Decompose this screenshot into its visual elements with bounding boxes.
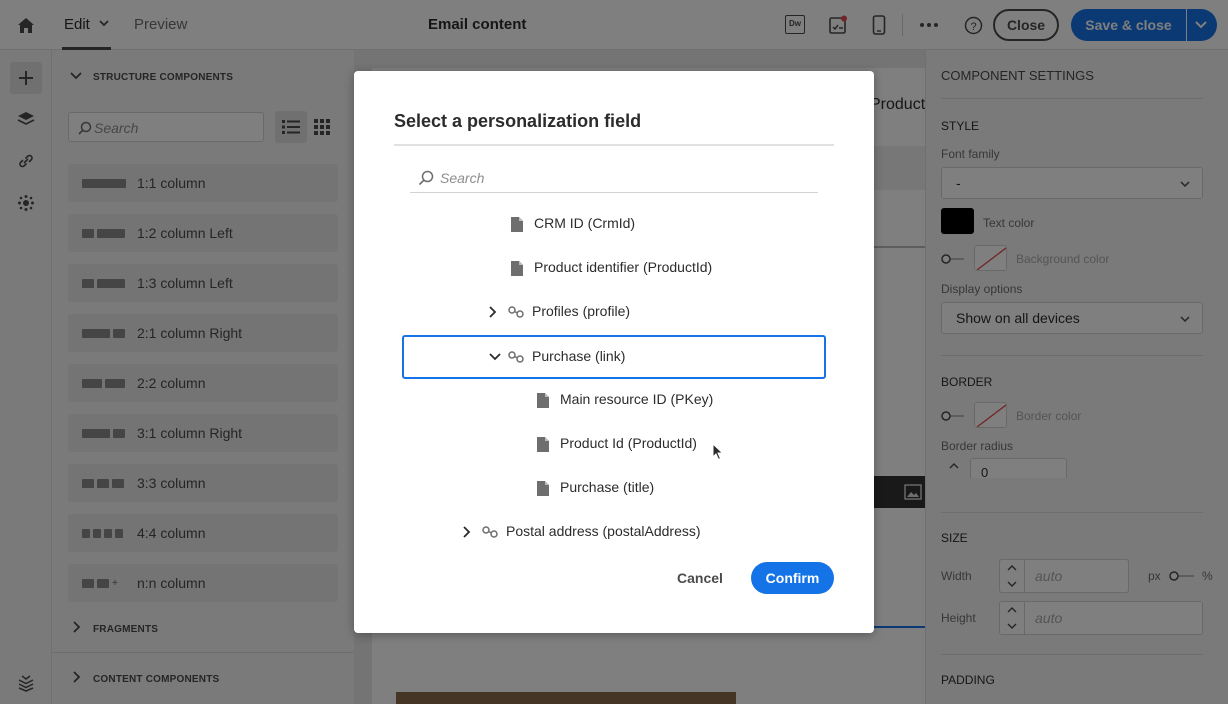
- tree-row-label: Main resource ID (PKey): [560, 391, 714, 407]
- tree-row-label: CRM ID (CrmId): [534, 215, 636, 231]
- field-search-input[interactable]: Search: [410, 163, 818, 193]
- file-icon: [511, 217, 523, 232]
- mouse-cursor-icon: [712, 443, 724, 461]
- file-icon: [537, 481, 549, 496]
- confirm-button[interactable]: Confirm: [751, 562, 834, 594]
- tree-row-field[interactable]: Product Id (ProductId): [402, 421, 826, 465]
- file-icon: [511, 261, 523, 276]
- tree-row-link[interactable]: Postal address (postalAddress): [402, 509, 826, 553]
- chevron-right-icon[interactable]: [462, 525, 472, 539]
- tree-row-field[interactable]: Purchase (title): [402, 465, 826, 509]
- tree-row-field[interactable]: CRM ID (CrmId): [402, 201, 826, 245]
- confirm-button-label: Confirm: [765, 570, 820, 586]
- chevron-down-icon[interactable]: [488, 352, 502, 362]
- link-node-icon: [482, 526, 498, 538]
- tree-row-label: Product Id (ProductId): [560, 435, 697, 451]
- tree-row-label: Postal address (postalAddress): [506, 523, 701, 539]
- file-icon: [537, 437, 549, 452]
- personalization-dialog: Select a personalization field Search CR…: [354, 71, 874, 633]
- tree-row-label: Purchase (link): [532, 348, 626, 364]
- link-node-icon: [508, 351, 524, 363]
- tree-row-label: Purchase (title): [560, 479, 655, 495]
- tree-row-label: Profiles (profile): [532, 303, 631, 319]
- cancel-button-label: Cancel: [677, 570, 723, 586]
- field-search-placeholder: Search: [440, 170, 485, 186]
- dialog-title: Select a personalization field: [394, 111, 642, 131]
- search-icon: [418, 170, 434, 186]
- tree-row-field[interactable]: Main resource ID (PKey): [402, 377, 826, 421]
- link-node-icon: [508, 306, 524, 318]
- file-icon: [537, 393, 549, 408]
- tree-row-link-selected[interactable]: Purchase (link): [402, 335, 826, 379]
- chevron-right-icon[interactable]: [488, 305, 498, 319]
- tree-row-link[interactable]: Profiles (profile): [402, 289, 826, 333]
- tree-row-label: Product identifier (ProductId): [534, 259, 713, 275]
- cancel-button[interactable]: Cancel: [660, 562, 740, 594]
- tree-row-field[interactable]: Product identifier (ProductId): [402, 245, 826, 289]
- dialog-title-divider: [394, 144, 834, 146]
